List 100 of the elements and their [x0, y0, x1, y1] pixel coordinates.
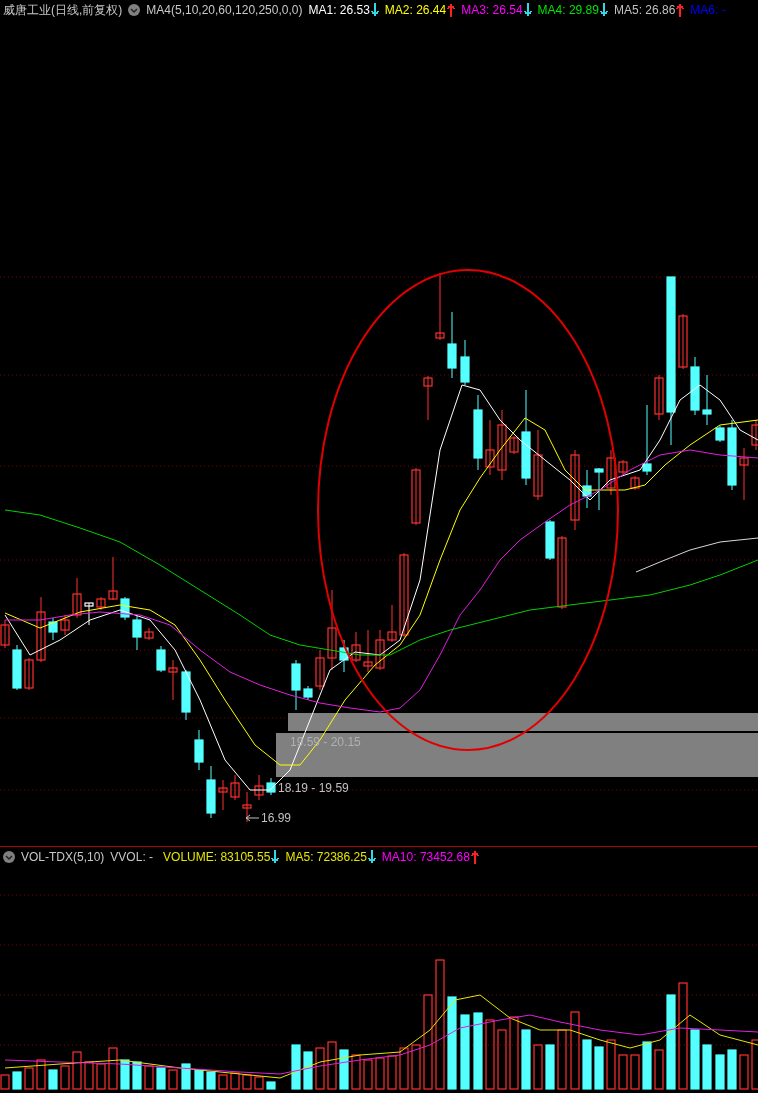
candlestick: [739, 447, 749, 501]
volume-bar: [702, 1044, 712, 1090]
ma-value: MA3: 26.54: [461, 2, 523, 19]
volume-bar: [48, 1069, 58, 1090]
volume-bar: [144, 1065, 154, 1090]
indicator-name: VOL-TDX(5,10): [21, 848, 105, 866]
volume-bar: [303, 1051, 313, 1090]
candlestick: [254, 774, 264, 801]
volume-bar: [242, 1074, 252, 1090]
candlestick: [36, 596, 46, 663]
candlestick: [618, 459, 628, 475]
volume-value: MA10: 73452.68: [381, 848, 470, 866]
volume-bar: [218, 1074, 228, 1090]
candlestick: [435, 272, 445, 341]
candlestick: [594, 467, 604, 511]
candlestick: [630, 475, 640, 491]
volume-bar: [254, 1076, 264, 1090]
candlestick: [654, 374, 664, 421]
candlestick: [84, 602, 94, 626]
volume-bar: [411, 1044, 421, 1090]
volume-bar: [594, 1046, 604, 1090]
volume-bar: [132, 1061, 142, 1090]
volume-bar: [230, 1072, 240, 1090]
ma-value: MA5: 26.86: [613, 2, 676, 19]
volume-bar: [642, 1041, 652, 1090]
volume-bar: [375, 1057, 385, 1090]
candlestick: [351, 631, 361, 663]
candlestick: [447, 311, 457, 379]
candlestick: [533, 429, 543, 501]
low-price-label: 16.99: [261, 811, 292, 825]
candlestick: [230, 774, 240, 801]
volume-bar: [0, 1074, 10, 1090]
candlestick: [678, 313, 688, 370]
candlestick: [702, 374, 712, 426]
volume-bar: [630, 1054, 640, 1090]
volume-bar: [156, 1067, 166, 1090]
volume-bar: [606, 1039, 616, 1090]
candlestick: [375, 629, 385, 671]
volume-bar: [84, 1061, 94, 1090]
volume-bar: [739, 1054, 749, 1090]
candlestick: [96, 596, 106, 611]
volume-bar: [36, 1059, 46, 1090]
volume-bar: [60, 1065, 70, 1090]
candlestick: [509, 435, 519, 455]
vvol-value: VVOL: -: [110, 848, 154, 866]
volume-bar: [72, 1051, 82, 1090]
candlestick: [411, 467, 421, 526]
volume-bar: [399, 1047, 409, 1090]
volume-value: VOLUME: 83105.55: [163, 848, 271, 866]
volume-bar: [727, 1049, 737, 1090]
candlestick: [132, 615, 142, 651]
candlestick: [60, 614, 70, 636]
left-arrow-icon: [245, 814, 260, 822]
candlestick: [690, 356, 700, 416]
candlestick: [291, 659, 301, 711]
candlestick: [642, 404, 652, 476]
candlestick: [0, 619, 10, 649]
volume-bar: [291, 1044, 301, 1090]
volume-bar: [618, 1054, 628, 1090]
candlestick: [206, 765, 216, 819]
volume-bar: [751, 1039, 758, 1090]
candlestick: [485, 419, 495, 476]
volume-bar: [363, 1059, 373, 1090]
volume-bar: [545, 1044, 555, 1090]
candlestick: [72, 577, 82, 619]
candlestick: [24, 657, 34, 691]
candlestick: [120, 596, 130, 621]
volume-bar: [533, 1044, 543, 1090]
volume-bar: [715, 1054, 725, 1090]
dropdown-chevron-icon[interactable]: [128, 4, 141, 16]
volume-bar: [168, 1069, 178, 1090]
volume-bar: [654, 1049, 664, 1090]
volume-bar: [339, 1049, 349, 1090]
candlestick: [751, 419, 758, 451]
candlestick: [387, 604, 397, 643]
ma-value: MA1: 26.53: [308, 2, 370, 19]
volume-bar: [194, 1069, 204, 1090]
stock-title: 威唐工业(日线,前复权): [3, 2, 123, 19]
volume-bar: [557, 1029, 567, 1090]
price-range-label: 18.19 - 19.59: [278, 781, 349, 795]
ma-value: MA2: 26.44: [384, 2, 447, 19]
volume-bar: [351, 1054, 361, 1090]
volume-bar: [206, 1071, 216, 1090]
indicator-name: MA4(5,10,20,60,120,250,0,0): [146, 2, 303, 19]
candlestick: [108, 556, 118, 601]
volume-bar: [485, 1019, 495, 1090]
ma-value: MA6: -: [690, 2, 726, 19]
candlestick: [218, 779, 228, 811]
volume-bar: [96, 1063, 106, 1090]
dropdown-chevron-icon[interactable]: [3, 850, 15, 863]
candlestick: [423, 375, 433, 421]
volume-bar: [120, 1059, 130, 1090]
volume-bar: [690, 1029, 700, 1090]
candlestick: [156, 645, 166, 673]
volume-bar: [327, 1041, 337, 1090]
candlestick: [582, 469, 592, 509]
volume-bar: [181, 1063, 191, 1090]
volume-value: MA5: 72386.25: [285, 848, 367, 866]
volume-bar: [266, 1081, 276, 1090]
volume-bar: [582, 1039, 592, 1090]
